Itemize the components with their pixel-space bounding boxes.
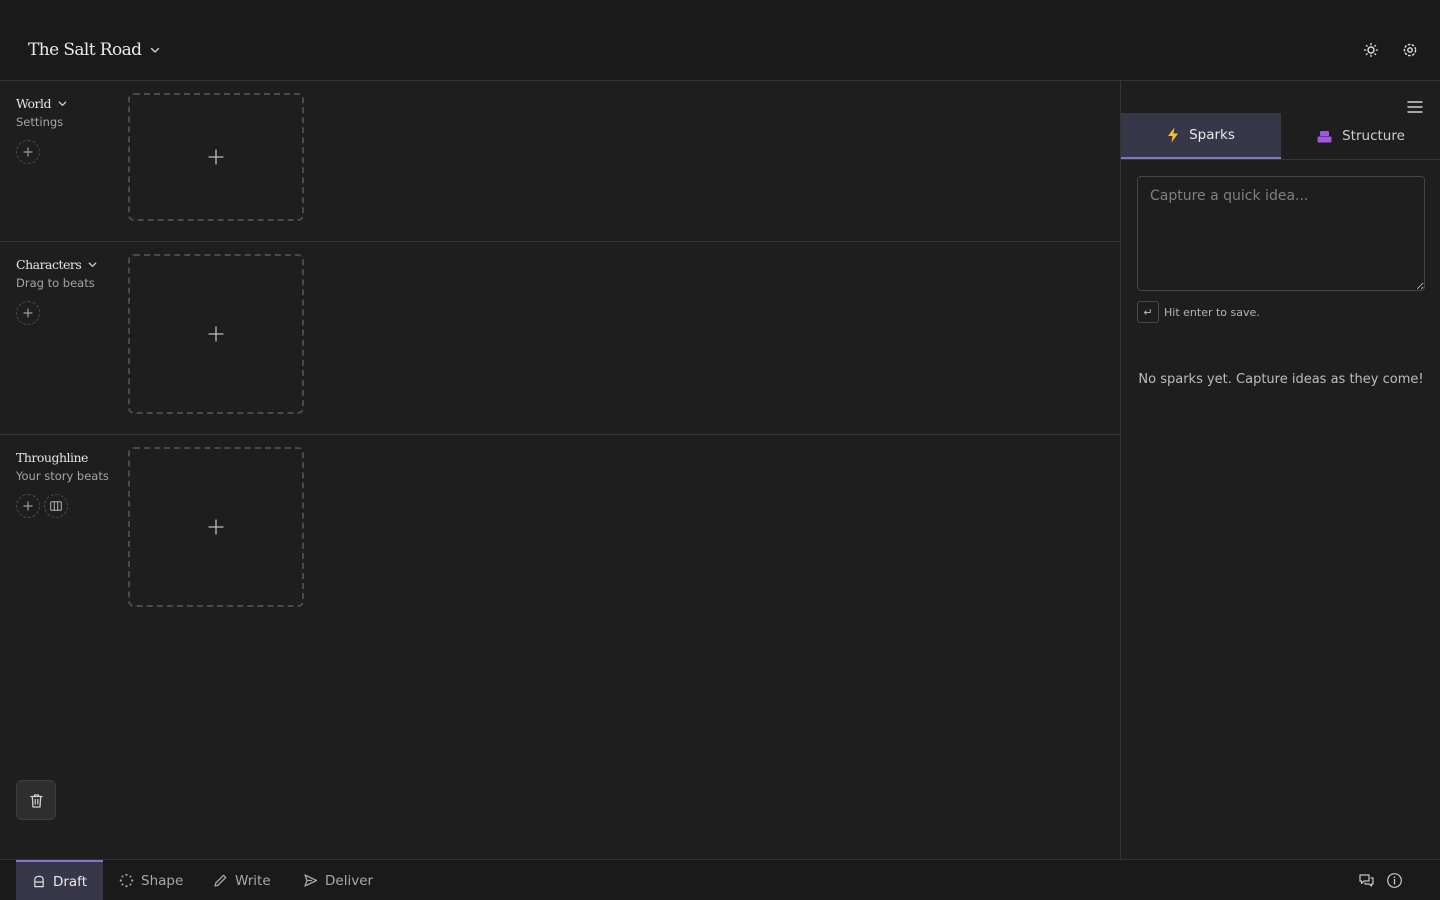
mode-bar: Draft Shape Write Deliver	[0, 859, 1440, 900]
trash-icon	[29, 793, 43, 808]
bricks-icon	[1317, 130, 1332, 142]
plus-icon	[23, 501, 33, 511]
quick-idea-input[interactable]	[1137, 176, 1425, 291]
lane-subtitle: Your story beats	[16, 469, 109, 483]
story-board: World Settings Characters Drag to beats …	[0, 81, 1120, 859]
chevron-down-icon	[88, 261, 97, 267]
lane-subtitle: Drag to beats	[16, 276, 95, 290]
plus-icon	[208, 519, 224, 535]
info-icon[interactable]	[1386, 872, 1403, 889]
lane-throughline: Throughline Your story beats	[0, 435, 1120, 635]
lane-subtitle: Settings	[16, 115, 64, 129]
tab-label: Structure	[1342, 128, 1405, 144]
save-hint: ↵ Hit enter to save.	[1137, 301, 1260, 323]
lane-header: Throughline Your story beats	[16, 448, 109, 518]
add-beat-button[interactable]	[16, 494, 40, 518]
settings-gear-icon[interactable]	[1401, 41, 1419, 59]
theme-sun-icon[interactable]	[1362, 41, 1380, 59]
draft-icon	[34, 875, 44, 888]
columns-icon	[50, 501, 62, 511]
lane-header: Characters Drag to beats	[16, 255, 98, 325]
mode-draft[interactable]: Draft	[16, 860, 103, 900]
mode-deliver[interactable]: Deliver	[303, 860, 373, 900]
add-world-button[interactable]	[16, 140, 40, 164]
lightning-icon	[1168, 127, 1179, 143]
mode-label: Deliver	[325, 872, 374, 889]
add-world-card[interactable]	[128, 93, 304, 221]
trash-button[interactable]	[16, 780, 56, 820]
project-switcher[interactable]: The Salt Road	[28, 36, 161, 64]
add-character-button[interactable]	[16, 301, 40, 325]
add-character-card[interactable]	[128, 254, 304, 414]
lane-title: Characters	[16, 256, 82, 272]
pencil-icon	[214, 874, 227, 887]
panel-tabs: Sparks Structure	[1121, 113, 1440, 160]
tab-sparks[interactable]: Sparks	[1121, 113, 1281, 159]
add-beat-card[interactable]	[128, 447, 304, 607]
right-panel: Sparks Structure ↵ Hit enter to save. No…	[1120, 81, 1440, 859]
plus-icon	[208, 149, 224, 165]
mode-shape[interactable]: Shape	[119, 860, 183, 900]
project-title: The Salt Road	[28, 40, 142, 60]
columns-view-button[interactable]	[44, 494, 68, 518]
lane-header: World Settings	[16, 94, 68, 164]
feedback-chat-icon[interactable]	[1358, 872, 1375, 889]
empty-sparks-message: No sparks yet. Capture ideas as they com…	[1138, 372, 1424, 387]
lane-title-toggle[interactable]: Characters	[16, 255, 98, 273]
lane-world: World Settings	[0, 81, 1120, 241]
lane-title-toggle[interactable]: World	[16, 94, 68, 112]
lane-title: Throughline	[16, 448, 109, 466]
plus-icon	[23, 147, 33, 157]
chevron-down-icon	[58, 100, 67, 106]
enter-key-icon: ↵	[1137, 301, 1159, 323]
send-icon	[304, 874, 318, 887]
top-header: The Salt Road	[0, 0, 1440, 81]
lane-characters: Characters Drag to beats	[0, 242, 1120, 434]
tab-structure[interactable]: Structure	[1281, 113, 1440, 159]
mode-label: Draft	[52, 873, 87, 890]
tab-label: Sparks	[1189, 127, 1235, 143]
plus-icon	[208, 326, 224, 342]
lane-title-text: Throughline	[16, 449, 88, 465]
mode-write[interactable]: Write	[213, 860, 271, 900]
hint-text: Hit enter to save.	[1164, 305, 1260, 319]
shape-icon	[119, 873, 134, 888]
mode-label: Shape	[141, 872, 184, 889]
chevron-down-icon	[151, 47, 160, 53]
plus-icon	[23, 308, 33, 318]
mode-label: Write	[235, 872, 271, 889]
lane-title: World	[16, 95, 52, 111]
